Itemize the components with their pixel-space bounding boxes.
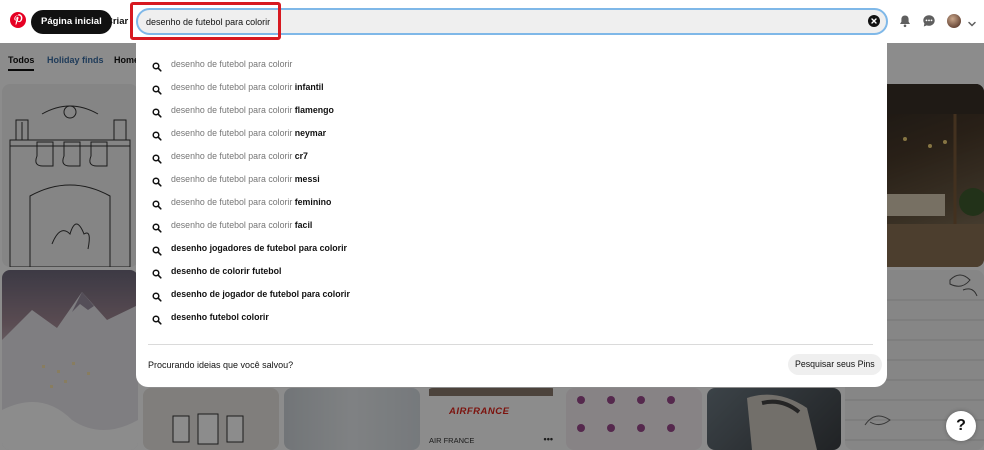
search-suggestion-item[interactable]: desenho jogadores de futebol para colori… bbox=[136, 237, 887, 260]
search-icon bbox=[152, 266, 162, 279]
search-icon bbox=[152, 151, 162, 164]
suggestion-text: desenho de futebol para colorir feminino bbox=[171, 197, 331, 207]
search-suggestion-item[interactable]: desenho de futebol para colorir bbox=[136, 53, 887, 76]
search-icon bbox=[152, 59, 162, 72]
suggestion-text: desenho futebol colorir bbox=[171, 312, 269, 322]
suggestion-prefix: desenho de futebol para colorir bbox=[171, 197, 295, 207]
suggestion-completion: neymar bbox=[294, 128, 327, 138]
suggestion-completion: infantil bbox=[294, 82, 324, 92]
suggestion-prefix: desenho de futebol para colorir bbox=[171, 151, 295, 161]
suggestion-completion: messi bbox=[294, 174, 320, 184]
search-suggestion-item[interactable]: desenho de futebol para colorir neymar bbox=[136, 122, 887, 145]
suggestion-completion: desenho futebol colorir bbox=[171, 312, 269, 322]
search-icon bbox=[152, 312, 162, 325]
suggestion-completion: feminino bbox=[294, 197, 332, 207]
suggestion-text: desenho de colorir futebol bbox=[171, 266, 281, 276]
help-button[interactable]: ? bbox=[946, 411, 976, 441]
suggestion-text: desenho de futebol para colorir neymar bbox=[171, 128, 326, 138]
suggestion-prefix: desenho de futebol para colorir bbox=[171, 128, 295, 138]
search-icon bbox=[152, 105, 162, 118]
suggestion-prefix: desenho de futebol para colorir bbox=[171, 59, 293, 69]
suggestion-text: desenho de futebol para colorir cr7 bbox=[171, 151, 308, 161]
search-suggestion-item[interactable]: desenho de colorir futebol bbox=[136, 260, 887, 283]
suggestion-text: desenho de jogador de futebol para color… bbox=[171, 289, 350, 299]
search-suggestion-item[interactable]: desenho de futebol para colorir infantil bbox=[136, 76, 887, 99]
suggestion-text: desenho de futebol para colorir flamengo bbox=[171, 105, 334, 115]
search-suggestion-item[interactable]: desenho de futebol para colorir facil bbox=[136, 214, 887, 237]
search-suggestions-dropdown: Procurando ideias que você salvou? Pesqu… bbox=[136, 41, 887, 387]
suggestion-text: desenho de futebol para colorir bbox=[171, 59, 292, 69]
search-suggestion-item[interactable]: desenho de jogador de futebol para color… bbox=[136, 283, 887, 306]
pinterest-logo-icon[interactable] bbox=[10, 12, 26, 28]
search-icon bbox=[152, 197, 162, 210]
saved-ideas-question: Procurando ideias que você salvou? bbox=[148, 360, 294, 370]
suggestion-prefix: desenho de futebol para colorir bbox=[171, 82, 295, 92]
chevron-down-icon[interactable] bbox=[967, 16, 977, 27]
chat-icon[interactable] bbox=[922, 14, 936, 28]
search-suggestion-item[interactable]: desenho de futebol para colorir messi bbox=[136, 168, 887, 191]
search-suggestion-item[interactable]: desenho de futebol para colorir flamengo bbox=[136, 99, 887, 122]
search-suggestion-item[interactable]: desenho de futebol para colorir cr7 bbox=[136, 145, 887, 168]
suggestion-text: desenho de futebol para colorir infantil bbox=[171, 82, 324, 92]
search-bar[interactable] bbox=[136, 8, 888, 35]
search-icon bbox=[152, 128, 162, 141]
suggestion-prefix: desenho de futebol para colorir bbox=[171, 220, 295, 230]
suggestion-text: desenho jogadores de futebol para colori… bbox=[171, 243, 347, 253]
top-header: Página inicial Criar bbox=[0, 0, 984, 43]
dropdown-divider bbox=[148, 344, 873, 345]
suggestion-prefix: desenho de futebol para colorir bbox=[171, 174, 295, 184]
suggestion-completion: flamengo bbox=[294, 105, 334, 115]
search-icon bbox=[152, 243, 162, 256]
create-button[interactable]: Criar bbox=[106, 10, 128, 34]
clear-x-icon[interactable] bbox=[868, 15, 880, 27]
search-icon bbox=[152, 289, 162, 302]
search-suggestion-item[interactable]: desenho de futebol para colorir feminino bbox=[136, 191, 887, 214]
search-input[interactable] bbox=[146, 16, 846, 28]
search-icon bbox=[152, 220, 162, 233]
suggestion-text: desenho de futebol para colorir facil bbox=[171, 220, 312, 230]
search-icon bbox=[152, 82, 162, 95]
suggestion-completion: facil bbox=[294, 220, 313, 230]
suggestion-completion: desenho jogadores de futebol para colori… bbox=[171, 243, 347, 253]
search-suggestion-item[interactable]: desenho futebol colorir bbox=[136, 306, 887, 329]
suggestion-completion: cr7 bbox=[294, 151, 308, 161]
suggestion-completion: desenho de jogador de futebol para color… bbox=[171, 289, 350, 299]
suggestion-text: desenho de futebol para colorir messi bbox=[171, 174, 320, 184]
suggestion-completion: desenho de colorir futebol bbox=[171, 266, 282, 276]
search-your-pins-button[interactable]: Pesquisar seus Pins bbox=[788, 354, 882, 375]
bell-icon[interactable] bbox=[898, 14, 912, 28]
search-icon bbox=[152, 174, 162, 187]
suggestion-prefix: desenho de futebol para colorir bbox=[171, 105, 295, 115]
avatar[interactable] bbox=[947, 14, 961, 28]
home-button[interactable]: Página inicial bbox=[31, 10, 112, 34]
